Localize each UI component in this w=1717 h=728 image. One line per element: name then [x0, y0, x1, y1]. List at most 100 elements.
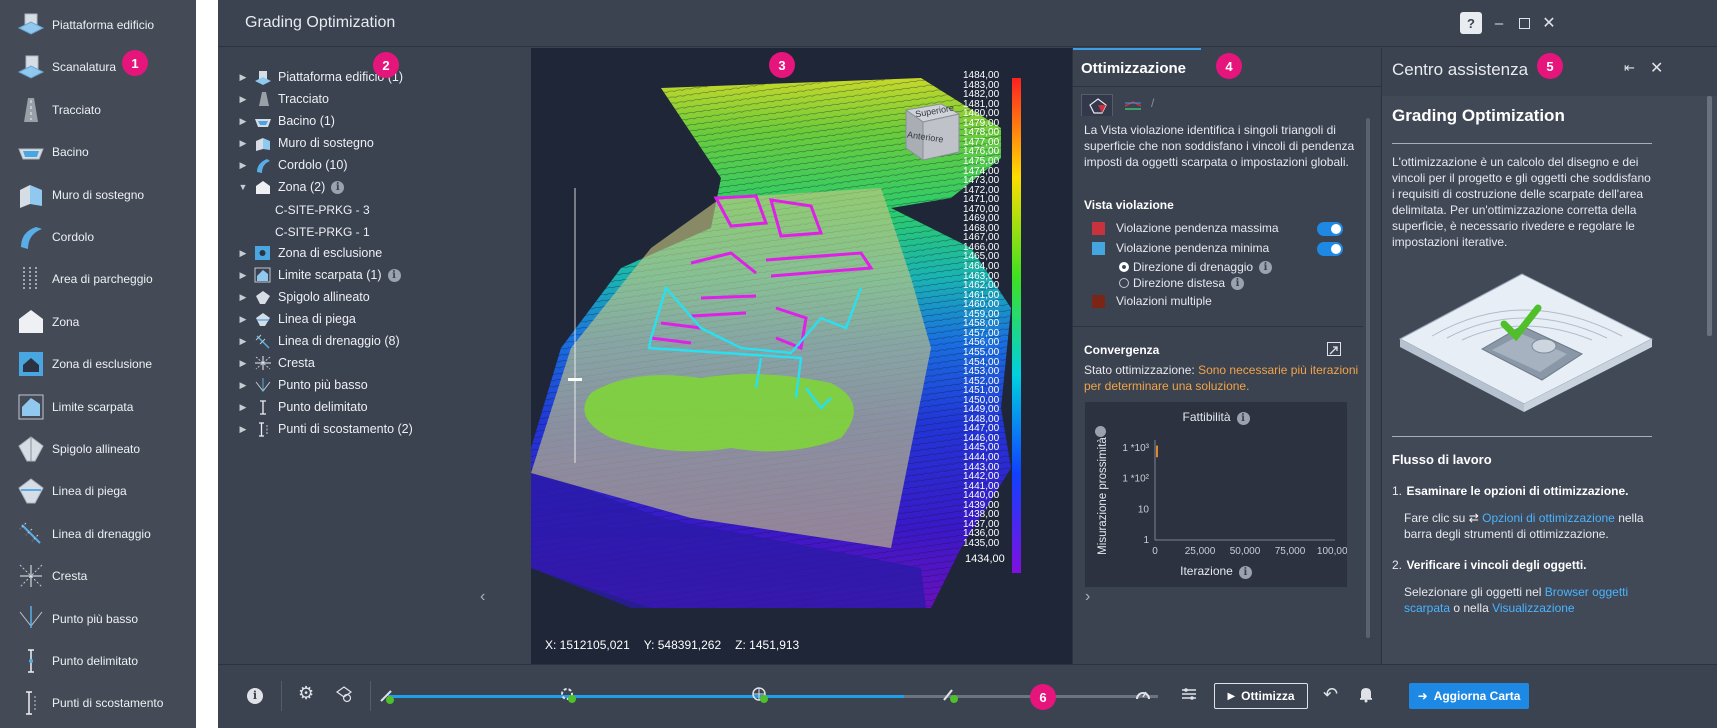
tree-item-zone[interactable]: ▼ Zona (2) i [236, 176, 345, 198]
palette-tool-label: Linea di drenaggio [52, 526, 151, 541]
collapsed-arrow-icon[interactable]: ▶ [236, 248, 250, 259]
visualization-link[interactable]: Visualizzazione [1492, 601, 1575, 615]
tree-item-exclusion-zone[interactable]: ▶ Zona di esclusione [236, 242, 382, 264]
palette-tool-scoring[interactable]: Scanalatura [0, 46, 196, 88]
optimization-options-icon[interactable] [1179, 684, 1199, 704]
palette-tool-aligned-edge[interactable]: Spigolo allineato [0, 428, 196, 470]
help-icon[interactable]: ? [1460, 12, 1482, 34]
palette-tool-label: Bacino [52, 145, 89, 160]
tab-ottimizzazione[interactable]: Ottimizzazione [1073, 48, 1201, 88]
palette-tool-building-pad[interactable]: Piattaforma edificio [0, 4, 196, 46]
collapsed-arrow-icon[interactable]: ▶ [236, 314, 250, 325]
fold-line-icon [254, 311, 272, 327]
bounded-point-icon [254, 399, 272, 415]
step-settings-icon[interactable] [558, 685, 578, 705]
info-icon[interactable]: i [1238, 566, 1252, 579]
collapsed-arrow-icon[interactable]: ▶ [236, 270, 250, 281]
step-tools-icon[interactable] [940, 685, 960, 705]
close-help-icon[interactable]: ✕ [1650, 58, 1663, 78]
tree-item-ridge[interactable]: ▶ Cresta [236, 352, 315, 374]
collapsed-arrow-icon[interactable]: ▶ [236, 292, 250, 303]
tree-item-drainage-line[interactable]: ▶ Linea di drenaggio (8) [236, 330, 400, 352]
collapsed-arrow-icon[interactable]: ▶ [236, 160, 250, 171]
workflow-step-2: 2. Verificare i vincoli degli oggetti. S… [1392, 558, 1629, 615]
collapse-left-icon[interactable]: ‹ [480, 588, 485, 606]
palette-tool-parking-area[interactable]: Area di parcheggio [0, 258, 196, 300]
optimization-options-link[interactable]: Opzioni di ottimizzazione [1482, 511, 1615, 525]
tree-item-low-point[interactable]: ▶ Punto più basso [236, 374, 368, 396]
minimize-icon[interactable]: – [1488, 12, 1510, 34]
palette-tool-zone[interactable]: Zona [0, 301, 196, 343]
optimization-toolbar: i ⚙ 6 ▶ Ottimizza ↶ ➜ Aggiorna Carta [218, 664, 1717, 728]
3d-viewport[interactable]: Superiore Anteriore 1484,00 1483,00 1482,0… [531, 48, 1072, 664]
min-slope-violation-toggle[interactable] [1317, 242, 1343, 256]
info-icon[interactable]: i [331, 180, 345, 194]
surface-settings-icon[interactable] [335, 685, 353, 703]
expand-chart-icon[interactable] [1327, 342, 1341, 356]
palette-tool-road-path[interactable]: Tracciato [0, 89, 196, 131]
collapsed-arrow-icon[interactable]: ▶ [236, 402, 250, 413]
radio-drainage-direction[interactable]: Direzione di drenaggio i [1119, 259, 1273, 275]
tree-item-offset-points[interactable]: ▶ Punti di scostamento (2) [236, 418, 413, 440]
palette-tool-grading-limit[interactable]: Limite scarpata [0, 386, 196, 428]
radio-spread-direction[interactable]: Direzione distesa i [1119, 275, 1245, 291]
collapsed-arrow-icon[interactable]: ▶ [236, 424, 250, 435]
collapsed-arrow-icon[interactable]: ▶ [236, 116, 250, 127]
tree-item-grading-limit[interactable]: ▶ Limite scarpata (1) i [236, 264, 401, 286]
undo-icon[interactable]: ↶ [1323, 684, 1338, 705]
settings-gear-icon[interactable]: ⚙ [298, 683, 314, 704]
optimize-button[interactable]: ▶ Ottimizza [1214, 683, 1308, 709]
collapsed-arrow-icon[interactable]: ▶ [236, 138, 250, 149]
help-scrollbar[interactable] [1707, 96, 1712, 336]
collapsed-arrow-icon[interactable]: ▶ [236, 94, 250, 105]
pin-icon[interactable]: ⇤ [1624, 60, 1642, 78]
palette-tool-fold-line[interactable]: Linea di piega [0, 470, 196, 512]
expanded-arrow-icon[interactable]: ▼ [236, 182, 250, 192]
palette-tool-exclusion-zone[interactable]: Zona di esclusione [0, 343, 196, 385]
tree-child-zone[interactable]: C-SITE-PRKG - 1 [275, 221, 370, 243]
step-gauge-icon[interactable] [1134, 686, 1152, 704]
tree-item-pond[interactable]: ▶ Bacino (1) [236, 110, 335, 132]
palette-tool-retaining-wall[interactable]: Muro di sostegno [0, 174, 196, 216]
collapsed-arrow-icon[interactable]: ▶ [236, 72, 250, 83]
coord-x: X: 1512105,021 [545, 638, 630, 652]
update-map-button[interactable]: ➜ Aggiorna Carta [1409, 683, 1529, 709]
tree-item-curb[interactable]: ▶ Cordolo (10) [236, 154, 347, 176]
violation-view-icon[interactable] [1081, 94, 1113, 116]
tree-item-road-path[interactable]: ▶ Tracciato [236, 88, 329, 110]
palette-tool-ridge[interactable]: Cresta [0, 555, 196, 597]
tree-item-label: Cordolo (10) [278, 158, 348, 172]
tree-item-bounded-point[interactable]: ▶ Punto delimitato [236, 396, 368, 418]
scrollbar[interactable] [1366, 118, 1370, 638]
info-icon[interactable]: i [1231, 276, 1245, 290]
offset-points-icon [254, 421, 272, 437]
step-surface-icon[interactable] [750, 685, 770, 705]
palette-tool-offset-points[interactable]: Punti di scostamento [0, 682, 196, 724]
close-icon[interactable]: ✕ [1538, 12, 1560, 34]
collapsed-arrow-icon[interactable]: ▶ [236, 380, 250, 391]
tree-item-aligned-edge[interactable]: ▶ Spigolo allineato [236, 286, 370, 308]
maximize-icon[interactable] [1513, 12, 1535, 34]
info-button[interactable]: i [247, 688, 263, 704]
ridge-icon [254, 355, 272, 371]
view-cube[interactable]: Superiore Anteriore [901, 100, 961, 165]
info-icon[interactable]: i [387, 268, 401, 282]
max-slope-violation-toggle[interactable] [1317, 222, 1343, 236]
palette-tool-curb[interactable]: Cordolo [0, 216, 196, 258]
tree-child-zone[interactable]: C-SITE-PRKG - 3 [275, 199, 370, 221]
slope-view-icon[interactable] [1119, 94, 1147, 116]
palette-tool-pond[interactable]: Bacino [0, 131, 196, 173]
cursor-coordinates: X: 1512105,021 Y: 548391,262 Z: 1451,913 [545, 638, 799, 652]
info-icon[interactable]: i [1259, 260, 1273, 274]
palette-tool-label: Piattaforma edificio [52, 18, 155, 32]
collapsed-arrow-icon[interactable]: ▶ [236, 358, 250, 369]
step-grading-icon[interactable] [378, 687, 396, 705]
tree-item-fold-line[interactable]: ▶ Linea di piega [236, 308, 356, 330]
palette-tool-low-point[interactable]: Punto più basso [0, 598, 196, 640]
palette-tool-drainage-line[interactable]: Linea di drenaggio [0, 513, 196, 555]
tree-item-retaining-wall[interactable]: ▶ Muro di sostegno [236, 132, 374, 154]
collapse-right-icon[interactable]: › [1085, 588, 1090, 606]
palette-tool-bounded-point[interactable]: Punto delimitato [0, 640, 196, 682]
collapsed-arrow-icon[interactable]: ▶ [236, 336, 250, 347]
notification-bell-icon[interactable] [1358, 685, 1374, 703]
